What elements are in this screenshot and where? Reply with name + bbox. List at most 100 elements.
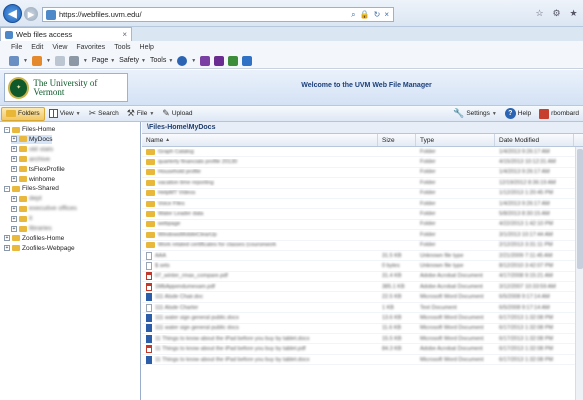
tools-menu[interactable]: Tools ▼ — [150, 57, 173, 64]
table-row[interactable]: 111 Alsde Chair.doc 22.5 KB Microsoft Word… — [142, 292, 575, 303]
file-button[interactable]: ⚒ File ▼ — [123, 107, 159, 121]
expander-icon[interactable]: + — [11, 146, 17, 153]
expander-icon[interactable]: + — [4, 235, 10, 242]
table-row[interactable]: Work related certificates for classes (c… — [142, 241, 575, 251]
vertical-scrollbar[interactable] — [575, 147, 583, 400]
menu-file[interactable]: File — [11, 44, 22, 51]
column-name[interactable]: Name ▲ — [142, 134, 378, 146]
url-text[interactable]: https://webfiles.uvm.edu/ — [59, 10, 351, 19]
tree-node[interactable]: + it — [11, 214, 32, 223]
table-row[interactable]: AAA 31.5 KB Unknown file type 2/21/2009 7:1… — [142, 251, 575, 262]
view-button[interactable]: View ▼ — [45, 107, 85, 121]
help-button[interactable]: ? Help — [501, 107, 535, 121]
table-row[interactable]: 07_winter_rmax_compare.pdf 31.4 KB Adobe A… — [142, 272, 575, 283]
tree-node[interactable]: + Zoofiles-Webpage — [4, 244, 75, 253]
settings-button[interactable]: 🔧 Settings ▼ — [449, 107, 501, 121]
upload-button[interactable]: ✎ Upload — [158, 107, 196, 121]
uvm-logo: ✦ The University of Vermont — [4, 73, 128, 102]
print-icon[interactable] — [68, 55, 79, 66]
expander-icon[interactable]: + — [11, 136, 17, 143]
expander-icon[interactable]: + — [11, 215, 17, 222]
table-row[interactable]: webpage Folder 4/22/2013 1:42:10 PM — [142, 220, 575, 231]
table-row[interactable]: Graph Catalog Folder 1/4/2013 9:26:17 AM — [142, 147, 575, 158]
user-button[interactable]: rbombard — [535, 107, 583, 121]
tree-node[interactable]: − Files-Home — [4, 125, 55, 134]
expander-icon[interactable]: − — [4, 185, 10, 192]
column-type[interactable]: Type — [416, 134, 495, 146]
forward-button[interactable]: ▶ — [24, 7, 38, 21]
tree-node[interactable]: − Files-Shared — [4, 184, 59, 193]
table-row[interactable]: Voice Files Folder 1/4/2013 9:26:17 AM — [142, 199, 575, 210]
feeds-icon[interactable] — [31, 55, 42, 66]
refresh-icon[interactable]: ↻ — [374, 10, 381, 20]
tree-node[interactable]: + MyDocs — [11, 134, 53, 144]
column-size[interactable]: Size — [378, 134, 416, 146]
expander-icon[interactable]: + — [11, 166, 17, 173]
table-row[interactable]: HelpMT Videos Folder 1/12/2013 1:20:45 PM — [142, 189, 575, 199]
tree-node[interactable]: + libraries — [11, 224, 52, 233]
menu-help[interactable]: Help — [140, 44, 154, 51]
search-dropdown-icon[interactable]: ⌕ — [351, 10, 355, 20]
pdf-icon — [146, 282, 152, 291]
expander-icon[interactable]: + — [11, 205, 17, 212]
table-row[interactable]: vacation time reporting Folder 12/19/2012 … — [142, 178, 575, 189]
expander-icon[interactable]: + — [11, 176, 17, 182]
home-icon[interactable] — [9, 55, 19, 66]
table-row[interactable]: Household profile Folder 1/4/2013 9:26:17 … — [142, 168, 575, 179]
tree-node[interactable]: + executive offices — [11, 204, 77, 213]
help-icon[interactable] — [177, 55, 188, 66]
tree-node[interactable]: + old stats — [11, 145, 53, 154]
cell-date: 5/8/2013 8:30:15 AM — [499, 211, 550, 218]
expander-icon[interactable]: + — [11, 195, 17, 202]
table-row[interactable]: $ sets 0 bytes Unknown file type 8/12/2010 … — [142, 261, 575, 272]
menu-tools[interactable]: Tools — [114, 44, 130, 51]
onenote-icon[interactable] — [200, 55, 211, 66]
cell-size: 15.5 KB — [382, 335, 402, 342]
close-icon[interactable]: × — [384, 10, 389, 20]
scroll-thumb[interactable] — [577, 149, 583, 269]
menu-view[interactable]: View — [52, 44, 67, 51]
tab-close-icon[interactable]: × — [122, 30, 127, 39]
favorites-icon[interactable]: ★ — [568, 8, 579, 19]
address-bar[interactable]: https://webfiles.uvm.edu/ ⌕ 🔒 ↻ × — [42, 7, 394, 22]
column-date-modified[interactable]: Date Modified — [495, 134, 574, 146]
table-row[interactable]: 111 water sign general public.docx 13.6 K… — [142, 313, 575, 324]
tree-node[interactable]: + archive — [11, 155, 50, 164]
lock-icon[interactable]: 🔒 — [360, 10, 370, 20]
table-row[interactable]: 1MbAppendumexam.pdf 385.1 KB Adobe Acrobat… — [142, 282, 575, 293]
menu-favorites[interactable]: Favorites — [76, 44, 105, 51]
table-row[interactable]: 11 Things to know about the iPad before … — [142, 334, 575, 345]
cell-date: 6/17/2013 1:32:08 PM — [499, 325, 554, 332]
cell-date: 12/19/2012 8:36:19 AM — [499, 179, 556, 186]
table-row[interactable]: WindowsMobileClearUp Folder 3/1/2013 10:17… — [142, 230, 575, 241]
tree-node[interactable]: + tsFlexProfile — [11, 165, 65, 174]
research-icon[interactable] — [242, 55, 253, 66]
tree-node[interactable]: + Zoofiles-Home — [4, 234, 64, 243]
addon-icon[interactable] — [228, 55, 239, 66]
home-icon[interactable]: ☆ — [534, 8, 545, 19]
table-row[interactable]: quarterly financials profile 20130 Folder… — [142, 157, 575, 168]
mail-icon[interactable] — [54, 55, 65, 66]
expander-icon[interactable]: + — [11, 156, 17, 163]
expander-icon[interactable]: + — [11, 225, 17, 232]
expander-icon[interactable]: + — [4, 245, 10, 252]
gear-icon[interactable]: ⚙ — [551, 8, 562, 19]
tab-web-files[interactable]: Web files access × — [0, 27, 132, 41]
tree-node[interactable]: + winhome — [11, 175, 55, 184]
folders-button[interactable]: Folders — [1, 106, 45, 121]
table-row[interactable]: 11 Things to know about the iPad before … — [142, 344, 575, 355]
cell-name: WindowsMobileClearUp — [142, 231, 378, 238]
tree-node[interactable]: + dept — [11, 194, 42, 203]
table-row[interactable]: 111 Alsde Charter 1 KB Text Document 6/5/20… — [142, 303, 575, 314]
file-name: 111 water sign general public.docx — [155, 314, 239, 321]
onenote-send-icon[interactable] — [214, 55, 225, 66]
table-row[interactable]: 11 Things to know about the iPad before … — [142, 355, 575, 366]
table-row[interactable]: Water Leader data Folder 5/8/2013 8:30:15 … — [142, 209, 575, 220]
back-button[interactable]: ◀ — [3, 4, 22, 23]
expander-icon[interactable]: − — [4, 126, 10, 133]
safety-menu[interactable]: Safety ▼ — [119, 57, 146, 64]
search-button[interactable]: ✂ Search — [85, 107, 123, 121]
table-row[interactable]: 111 water sign general public docs 11.6 K… — [142, 324, 575, 335]
menu-edit[interactable]: Edit — [31, 44, 43, 51]
page-menu[interactable]: Page ▼ — [92, 57, 115, 64]
